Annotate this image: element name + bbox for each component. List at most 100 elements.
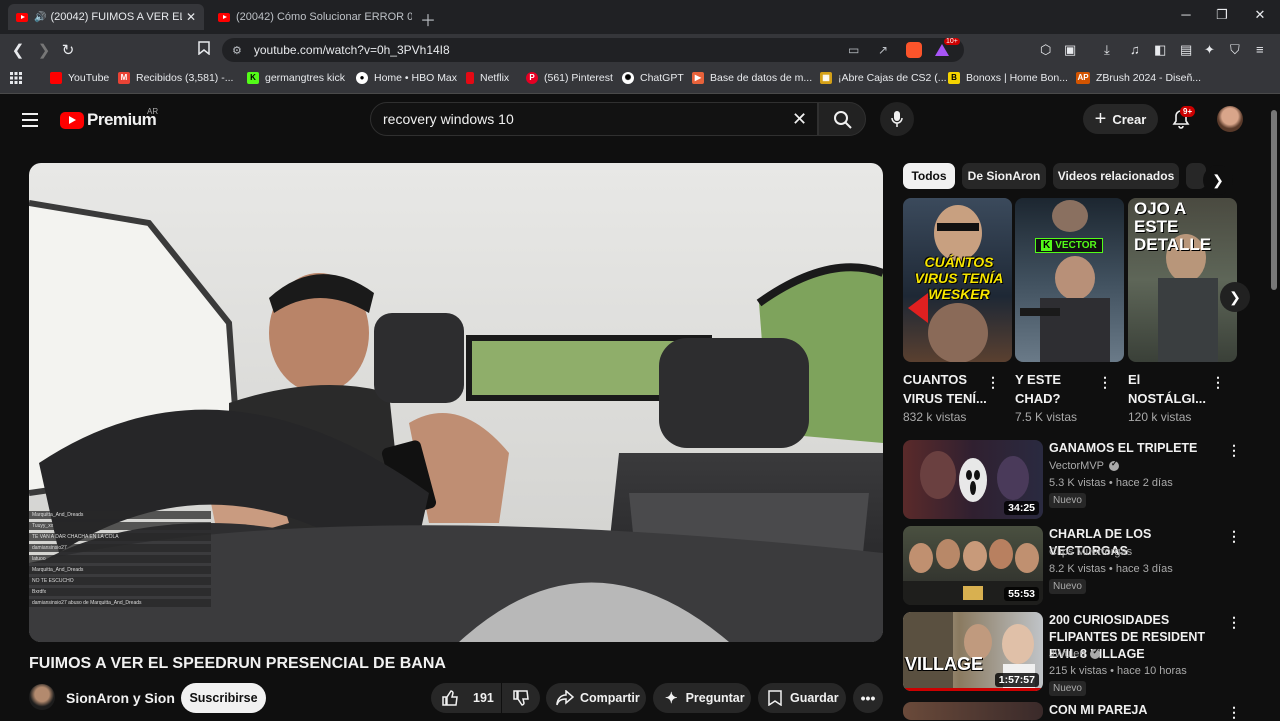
wallet-card-icon[interactable]: ▤ [1180,42,1192,58]
share-button[interactable]: Compartir [546,683,646,713]
bookmark-cs2[interactable]: ▦ ¡Abre Cajas de CS2 (... [820,72,947,84]
search-button[interactable] [818,102,866,136]
share-icon[interactable]: ↗ [878,43,888,57]
search-input[interactable]: recovery windows 10 [370,102,818,136]
extension-badge: 10+ [944,38,960,45]
video-thumbnail[interactable]: VILLAGE 1:57:57 [903,612,1043,691]
guide-menu-icon[interactable] [22,113,38,127]
video-channel[interactable]: Clips Muertorgas [1049,546,1132,558]
bookmark-hbo[interactable]: ● Home • HBO Max [356,72,457,84]
shorts-next-icon[interactable]: ❯ [1220,282,1250,312]
cast-icon[interactable]: ▭ [848,43,859,57]
bookmark-youtube[interactable]: YouTube [50,72,109,84]
chip-from-channel[interactable]: De SionAron [962,163,1046,189]
short-more-icon[interactable]: ⋮ [986,374,1000,391]
video-thumbnail[interactable] [903,702,1043,720]
bookmark-gmail[interactable]: M Recibidos (3,581) -... [118,72,233,84]
account-avatar[interactable] [1217,106,1243,132]
brave-shield-icon[interactable] [906,42,922,58]
related-video-item[interactable]: CON MI PAREJA ⋮ [903,702,1260,720]
video-more-icon[interactable]: ⋮ [1227,614,1241,631]
menu-icon[interactable]: ≡ [1256,42,1264,57]
apps-icon[interactable] [10,72,22,84]
video-title[interactable]: GANAMOS EL TRIPLETE [1049,440,1229,457]
chip-all[interactable]: Todos [903,163,955,189]
more-actions-icon[interactable]: ••• [853,683,883,713]
bookmark-pinterest[interactable]: P (561) Pinterest [526,72,613,84]
related-video-item[interactable]: 55:53 CHARLA DE LOS VECTORGAS Clips Muer… [903,526,1260,608]
reload-icon[interactable]: ↻ [58,41,78,59]
video-title[interactable]: CON MI PAREJA [1049,702,1229,719]
close-tab-icon[interactable]: ✕ [182,10,200,24]
vpn-icon[interactable]: ⛉ [1230,42,1240,58]
bookmark-bonoxs[interactable]: B Bonoxs | Home Bon... [948,72,1068,84]
bookmark-icon[interactable] [194,41,214,59]
restore-icon[interactable]: ❐ [1212,7,1232,23]
subscribe-button[interactable]: Suscribirse [181,683,266,713]
new-tab-button[interactable]: ＋ [420,7,436,31]
short-item[interactable]: CUÁNTOS VIRUS TENÍA WESKER CUANTOS VIRUS… [903,198,1012,424]
thumbs-down-icon [513,690,529,706]
save-button[interactable]: Guardar [758,683,846,713]
chips-next-icon[interactable]: ❯ [1203,165,1233,195]
close-window-icon[interactable]: ✕ [1250,7,1270,23]
scrollbar-thumb[interactable] [1271,110,1277,290]
short-item[interactable]: K VECTOR Y ESTE CHAD? 7.5 K vistas ⋮ [1015,198,1124,424]
bookmark-chatgpt[interactable]: ✺ ChatGPT [622,72,684,84]
video-player[interactable]: Marquitta_And_Dreads Tuuyy_xx TE VAN A D… [29,163,883,642]
back-icon[interactable]: ❮ [8,41,28,59]
verified-icon [1109,459,1120,471]
speaker-icon[interactable]: 🔊 [34,12,46,23]
sidebar-icon[interactable]: ◧ [1154,42,1166,58]
media-icon[interactable]: ♫ [1130,42,1140,57]
extensions-icon[interactable]: ⬡ [1040,42,1051,58]
video-channel[interactable]: VectorMVP [1049,459,1120,472]
browser-tab[interactable]: (20042) Cómo Solucionar ERROR 0xc [212,4,412,30]
leo-ai-icon[interactable]: ✦ [1204,42,1215,58]
channel-name[interactable]: SionAron y Sion [66,690,175,706]
new-badge: Nuevo [1049,681,1086,696]
minimize-icon[interactable]: ─ [1176,7,1196,22]
database-icon: ▶ [692,72,704,84]
short-thumbnail[interactable]: OJO A ESTE DETALLE [1128,198,1237,362]
clear-search-icon[interactable]: ✕ [792,109,807,130]
short-more-icon[interactable]: ⋮ [1211,374,1225,391]
video-thumbnail[interactable]: 55:53 [903,526,1043,605]
forward-icon[interactable]: ❯ [34,41,54,59]
address-bar[interactable]: ⚙ youtube.com/watch?v=0h_3PVh14I8 ▭ ↗ 10… [222,38,964,62]
bookmark-database[interactable]: ▶ Base de datos de m... [692,72,812,84]
gmail-icon: M [118,72,130,84]
related-video-item[interactable]: 34:25 GANAMOS EL TRIPLETE VectorMVP 5.3 … [903,440,1260,522]
channel-avatar[interactable] [29,684,55,710]
bookmark-zbrush[interactable]: AP ZBrush 2024 - Diseñ... [1076,72,1201,84]
chip-related[interactable]: Videos relacionados [1053,163,1179,189]
short-more-icon[interactable]: ⋮ [1098,374,1112,391]
video-more-icon[interactable]: ⋮ [1227,704,1241,721]
short-item[interactable]: OJO A ESTE DETALLE El NOSTÁLGI... 120 k … [1128,198,1237,424]
like-button[interactable]: 191 [431,683,501,713]
video-channel[interactable]: JWulen [1049,647,1101,660]
video-thumbnail[interactable]: 34:25 [903,440,1043,519]
download-icon[interactable]: ⤓ [1104,42,1110,58]
bookmark-kick[interactable]: Kgermangtres kick [247,72,345,84]
youtube-favicon-icon [218,12,230,22]
site-settings-icon[interactable]: ⚙ [232,44,242,57]
youtube-premium-logo[interactable]: Premium [60,110,157,130]
rewards-icon[interactable] [934,43,950,57]
short-thumbnail[interactable]: CUÁNTOS VIRUS TENÍA WESKER [903,198,1012,362]
short-title[interactable]: CUANTOS VIRUS TENÍ... [903,370,988,408]
short-title[interactable]: Y ESTE CHAD? [1015,370,1100,408]
ask-button[interactable]: ✦ Preguntar [653,683,751,713]
bookmark-netflix[interactable]: Netflix [466,72,509,84]
short-thumbnail[interactable]: K VECTOR [1015,198,1124,362]
wallet-icon[interactable]: ▣ [1064,42,1076,58]
short-title[interactable]: El NOSTÁLGI... [1128,370,1213,408]
video-more-icon[interactable]: ⋮ [1227,528,1241,545]
voice-search-button[interactable] [880,102,914,136]
dislike-button[interactable] [502,683,540,713]
create-button[interactable]: + Crear [1083,104,1158,134]
related-video-item[interactable]: VILLAGE 1:57:57 200 CURIOSIDADES FLIPANT… [903,612,1260,696]
video-title: FUIMOS A VER EL SPEEDRUN PRESENCIAL DE B… [29,655,446,672]
browser-tab-active[interactable]: 🔊 (20042) FUIMOS A VER EL SPEEDRUN PRESE… [8,4,204,30]
video-more-icon[interactable]: ⋮ [1227,442,1241,459]
